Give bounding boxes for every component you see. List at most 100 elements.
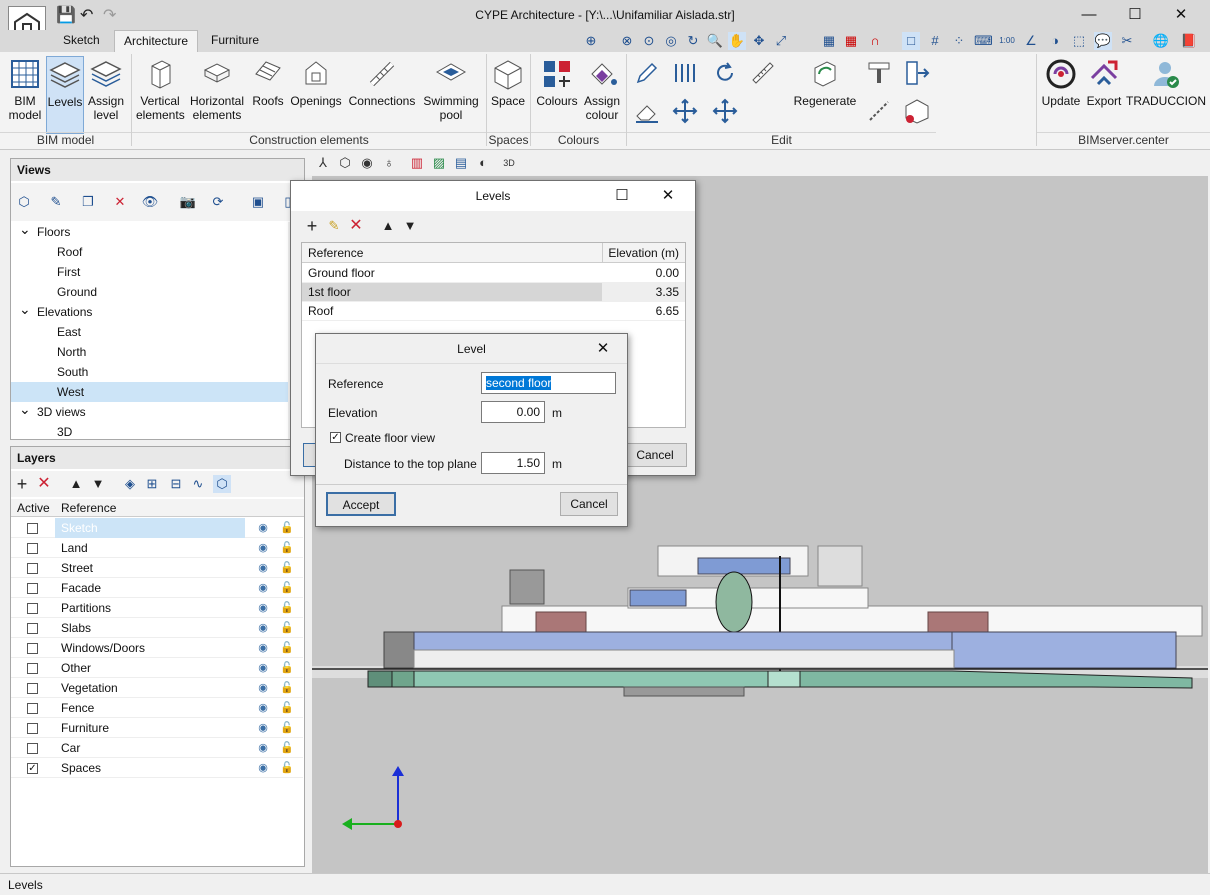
add-layer-icon[interactable]: + [13, 475, 31, 493]
openings-button[interactable]: Openings [290, 56, 342, 134]
level-close-button[interactable]: ✕ [588, 338, 618, 360]
layer-row[interactable]: ✓ Spaces ◉ 🔓 [11, 758, 303, 778]
visibility-eye-icon[interactable]: ◉ [253, 718, 273, 738]
delete-view-icon[interactable]: ✕ [111, 193, 129, 211]
layer-cube-icon[interactable]: ⬡ [213, 475, 231, 493]
layer-split-icon[interactable]: ⊞ [143, 475, 161, 493]
tab-architecture[interactable]: Architecture [114, 30, 199, 52]
tools-icon[interactable]: ✂ [1118, 32, 1136, 50]
point-grid-icon[interactable]: ⁘ [950, 32, 968, 50]
vertical-elements-button[interactable]: Vertical elements [136, 56, 185, 134]
cancel-button[interactable]: Cancel [560, 492, 618, 516]
swimming-pool-button[interactable]: Swimming pool [422, 56, 480, 134]
visibility-eye-icon[interactable]: ◉ [253, 618, 273, 638]
tree-group[interactable]: ⌄ Elevations [11, 301, 288, 322]
layer-row[interactable]: Windows/Doors ◉ 🔓 [11, 638, 303, 658]
add-level-icon[interactable]: + [303, 217, 321, 235]
lock-icon[interactable]: 🔓 [279, 638, 295, 658]
visibility-eye-icon[interactable]: ◉ [253, 538, 273, 558]
lock-icon[interactable]: 🔓 [279, 538, 295, 558]
axes-icon[interactable]: ⅄ [314, 154, 332, 172]
select-rect-icon[interactable]: □ [902, 32, 920, 50]
visibility-eye-icon[interactable]: ◉ [253, 518, 273, 538]
visibility-eye-icon[interactable]: ◉ [253, 578, 273, 598]
new-view-icon[interactable]: ⬡ [15, 193, 33, 211]
visibility-eye-icon[interactable]: ◉ [253, 758, 273, 778]
lock-icon[interactable]: 🔓 [279, 558, 295, 578]
tree-item[interactable]: West [11, 382, 288, 402]
tab-sketch[interactable]: Sketch [54, 30, 109, 52]
lock-icon[interactable]: 🔓 [279, 758, 295, 778]
visibility-eye-icon[interactable]: ◉ [253, 738, 273, 758]
layer-active-checkbox[interactable] [27, 723, 38, 734]
tree-item[interactable]: Ground [11, 282, 288, 302]
lock-icon[interactable]: 🔓 [279, 678, 295, 698]
magnet-icon[interactable]: ∩ [866, 32, 884, 50]
traduccion-button[interactable]: TRADUCCION [1126, 56, 1206, 134]
update-button[interactable]: Update [1040, 56, 1082, 134]
delete-cube-icon[interactable] [904, 98, 930, 124]
red-panel-icon[interactable]: ▥ [408, 154, 426, 172]
level-row[interactable]: Ground floor 0.00 [302, 264, 685, 283]
layer-active-checkbox[interactable]: ✓ [27, 763, 38, 774]
zoom-out-icon[interactable]: ◎ [662, 32, 680, 50]
visibility-eye-icon[interactable]: ◉ [253, 558, 273, 578]
tree-item[interactable]: Roof [11, 242, 288, 262]
layer-row[interactable]: Facade ◉ 🔓 [11, 578, 303, 598]
tree-item[interactable]: East [11, 322, 288, 342]
layer-active-checkbox[interactable] [27, 603, 38, 614]
zoom-window-icon[interactable]: ⊗ [618, 32, 636, 50]
chevron-down-icon[interactable]: ⌄ [19, 399, 31, 419]
level-down-icon[interactable]: ▼ [401, 217, 419, 235]
edit-pencil-icon[interactable] [634, 60, 660, 86]
3d-view-icon[interactable]: 3D [500, 154, 518, 172]
layer-active-checkbox[interactable] [27, 543, 38, 554]
fit-icon[interactable]: ⤢ [772, 32, 790, 50]
layer-row[interactable]: Vegetation ◉ 🔓 [11, 678, 303, 698]
assign-level-button[interactable]: Assign level [86, 56, 126, 134]
lock-icon[interactable]: 🔓 [279, 578, 295, 598]
tree-item[interactable]: South [11, 362, 288, 382]
pan-hand-icon[interactable]: ✋ [728, 32, 746, 50]
tree-item[interactable]: First [11, 262, 288, 282]
tab-furniture[interactable]: Furniture [202, 30, 268, 52]
tree-item[interactable]: North [11, 342, 288, 362]
grid-icon[interactable]: # [926, 32, 944, 50]
visibility-eye-icon[interactable]: ◉ [253, 698, 273, 718]
layer-active-checkbox[interactable] [27, 623, 38, 634]
lock-icon[interactable]: 🔓 [279, 738, 295, 758]
bim-model-button[interactable]: BIM model [6, 56, 44, 134]
visibility-eye-icon[interactable]: ◉ [253, 658, 273, 678]
lock-icon[interactable]: 🔓 [279, 698, 295, 718]
box-view-icon[interactable]: ▣ [249, 193, 267, 211]
layer-active-checkbox[interactable] [27, 563, 38, 574]
lock-icon[interactable]: 🔓 [279, 618, 295, 638]
layer-row[interactable]: Street ◉ 🔓 [11, 558, 303, 578]
close-button[interactable]: ✕ [1166, 4, 1196, 26]
layer-curve-icon[interactable]: ∿ [189, 475, 207, 493]
eye-section-icon[interactable]: ◉ [358, 154, 376, 172]
connections-button[interactable]: Connections [346, 56, 418, 134]
layer-active-checkbox[interactable] [27, 743, 38, 754]
chevron-down-icon[interactable]: ⌄ [19, 219, 31, 239]
rotate-icon[interactable] [712, 60, 738, 86]
snap-grid-icon[interactable]: ▦ [820, 32, 838, 50]
green-panel-icon[interactable]: ▨ [430, 154, 448, 172]
measure-icon[interactable] [750, 60, 776, 86]
comment-icon[interactable]: 💬 [1094, 32, 1112, 50]
layer-active-checkbox[interactable] [27, 663, 38, 674]
refresh-icon[interactable]: ↻ [684, 32, 702, 50]
edit-view-icon[interactable]: ✎ [47, 193, 65, 211]
create-floor-view-checkbox[interactable]: ✓ [330, 432, 341, 443]
layer-active-checkbox[interactable] [27, 583, 38, 594]
levels-button[interactable]: Levels [46, 56, 84, 134]
globe-icon[interactable]: 🌐 [1152, 32, 1170, 50]
layer-row[interactable]: Car ◉ 🔓 [11, 738, 303, 758]
zoom-all-icon[interactable]: ⊙ [640, 32, 658, 50]
tree-group[interactable]: ⌄ Floors [11, 219, 288, 242]
door-exit-icon[interactable] [904, 60, 930, 86]
level-up-icon[interactable]: ▲ [379, 217, 397, 235]
layer-merge-icon[interactable]: ⊟ [167, 475, 185, 493]
layer-row[interactable]: Furniture ◉ 🔓 [11, 718, 303, 738]
layer-row[interactable]: Fence ◉ 🔓 [11, 698, 303, 718]
